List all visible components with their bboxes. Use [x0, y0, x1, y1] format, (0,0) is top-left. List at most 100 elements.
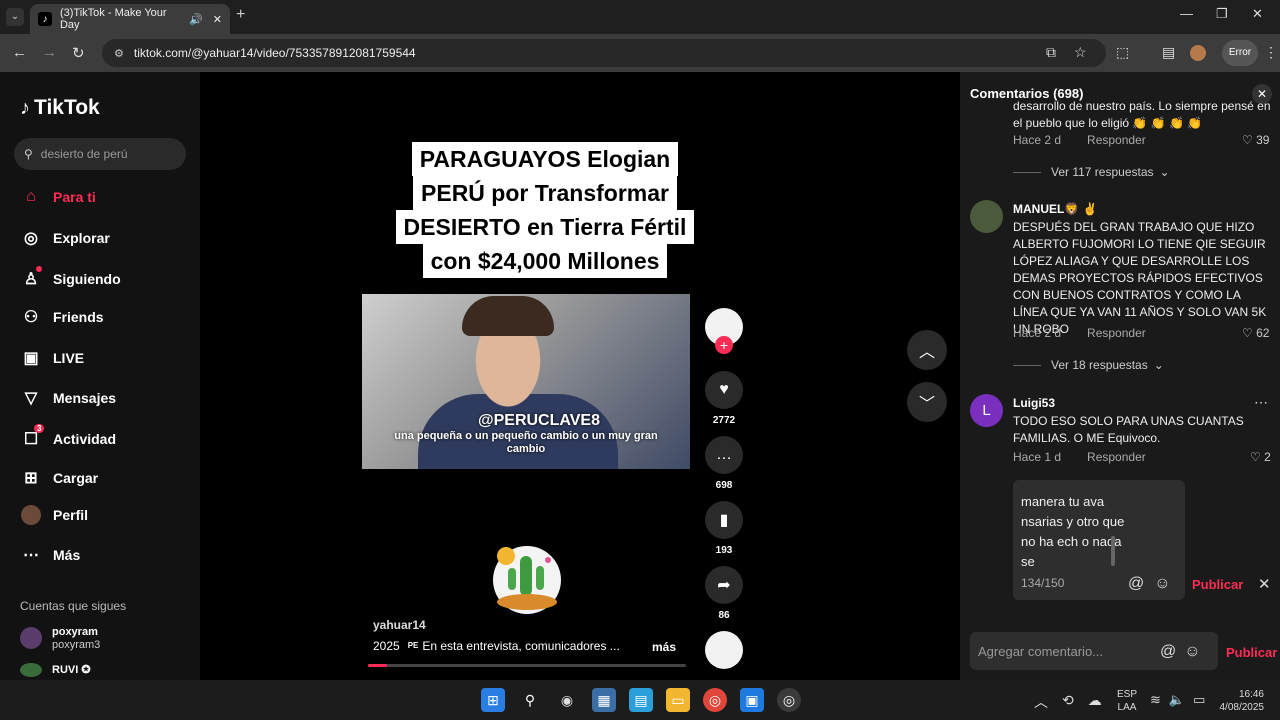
share-count: 86 [718, 610, 730, 621]
profile-error-button[interactable]: Error [1222, 40, 1258, 66]
emoji-icon[interactable]: ☺ [1154, 575, 1170, 593]
following-account[interactable]: poxyram poxyram3 [20, 625, 100, 651]
chrome-active-icon[interactable]: ◎ [777, 688, 801, 712]
tab-title: (3)TikTok - Make Your Day [59, 7, 167, 31]
comment-author[interactable]: Luigi53 [1013, 396, 1055, 410]
tab-search-icon[interactable]: ⌄ [6, 8, 24, 26]
chevron-down-icon: ﹀ [918, 396, 935, 413]
browser-menu-icon[interactable]: ⋮ [1264, 44, 1278, 61]
avatar [20, 504, 42, 526]
nav-explorar[interactable]: ◎ Explorar [20, 227, 110, 249]
profile-avatar[interactable] [1190, 45, 1206, 61]
view-replies-button[interactable]: Ver 18 respuestas ⌄ [1013, 358, 1164, 372]
wifi-icon: ≋ [1150, 692, 1161, 707]
forward-button[interactable]: → [42, 44, 57, 61]
chevron-up-icon: ︿ [918, 344, 935, 361]
follow-plus-icon[interactable]: + [715, 336, 733, 354]
comments-panel: Comentarios (698) ✕ desarrollo de nuestr… [960, 72, 1280, 680]
store-icon[interactable]: ▣ [740, 688, 764, 712]
cloud-icon[interactable]: ☁ [1088, 692, 1102, 712]
view-replies-button[interactable]: Ver 117 respuestas ⌄ [1013, 165, 1170, 179]
install-app-icon[interactable]: ⧉ [1046, 44, 1056, 61]
live-icon: ▣ [23, 350, 39, 367]
save-button[interactable]: ▮ 193 [704, 501, 744, 556]
like-button[interactable]: ♥ 2772 [704, 371, 744, 426]
file-explorer-icon[interactable]: ▭ [666, 688, 690, 712]
reply-button[interactable]: Responder [1087, 326, 1146, 340]
language-indicator[interactable]: ESP LAA [1117, 688, 1137, 714]
bookmark-star-icon[interactable]: ☆ [1074, 44, 1087, 61]
search-input[interactable]: ⚲ desierto de perú [14, 138, 186, 170]
chrome-icon[interactable]: ◎ [703, 688, 727, 712]
notepad-icon[interactable]: ▤ [629, 688, 653, 712]
home-icon: ⌂ [26, 188, 36, 205]
nav-actividad[interactable]: ☐ 3 Actividad [20, 424, 117, 450]
back-button[interactable]: ← [12, 44, 27, 61]
url-input[interactable]: ⚙ tiktok.com/@yahuar14/video/75335789120… [102, 39, 1106, 67]
reply-button[interactable]: Responder [1087, 133, 1146, 147]
minimize-button[interactable]: — [1180, 6, 1193, 21]
chevron-down-icon: ⌄ [1153, 358, 1164, 372]
reading-list-icon[interactable]: ▤ [1162, 44, 1175, 61]
publish-reply-button[interactable]: Publicar [1192, 577, 1243, 592]
nav-label: LIVE [53, 350, 85, 366]
comment-like-count: 39 [1256, 133, 1270, 147]
share-button[interactable]: ➦ 86 [704, 566, 744, 621]
mention-icon[interactable]: @ [1128, 575, 1144, 593]
nav-label: Actividad [53, 431, 117, 447]
reload-button[interactable]: ↻ [72, 44, 85, 62]
nav-cargar[interactable]: ⊞ Cargar [20, 467, 98, 489]
nav-friends[interactable]: ⚇ Friends [20, 306, 104, 328]
comment-button[interactable]: … 698 [704, 436, 744, 491]
nav-mensajes[interactable]: ▽ Mensajes [20, 387, 116, 409]
publish-comment-button[interactable]: Publicar [1226, 645, 1277, 660]
nav-live[interactable]: ▣ LIVE [20, 347, 84, 369]
tab-close-icon[interactable]: ✕ [213, 13, 222, 26]
new-tab-button[interactable]: + [236, 6, 245, 24]
avatar[interactable]: L [970, 394, 1003, 427]
creator-avatar[interactable]: + [704, 308, 744, 354]
browser-tab[interactable]: ♪ (3)TikTok - Make Your Day 🔊 ✕ [30, 4, 230, 34]
windows-start-icon[interactable]: ⊞ [481, 688, 505, 712]
tab-audio-icon[interactable]: 🔊 [189, 13, 203, 26]
nav-mas[interactable]: ⋯ Más [20, 544, 80, 566]
video-progress-bar[interactable] [368, 664, 686, 667]
previous-video-button[interactable]: ︿ [907, 330, 947, 370]
nav-perfil[interactable]: Perfil [20, 504, 88, 526]
more-button[interactable]: más [652, 640, 676, 654]
close-window-button[interactable]: ✕ [1252, 6, 1263, 22]
comment-text: desarrollo de nuestro país. Lo siempre p… [1013, 99, 1271, 130]
nav-para-ti[interactable]: ⌂ Para ti [20, 186, 96, 208]
nav-siguiendo[interactable]: ♙ Siguiendo [20, 266, 121, 290]
sound-avatar[interactable] [704, 631, 744, 669]
chevron-up-icon[interactable]: ︿ [1034, 692, 1048, 712]
extensions-icon[interactable]: ⬚ [1116, 44, 1129, 61]
sync-icon[interactable]: ⟲ [1062, 692, 1074, 712]
nav-label: Explorar [53, 230, 110, 246]
avatar[interactable] [970, 200, 1003, 233]
comment-like-button[interactable]: ♡ 2 [1250, 450, 1271, 464]
calculator-icon[interactable]: ▦ [592, 688, 616, 712]
clock[interactable]: 16:46 4/08/2025 [1208, 688, 1265, 714]
divider [1013, 364, 1041, 366]
following-account[interactable]: RUVI ✪ [20, 663, 91, 677]
search-icon[interactable]: ⚲ [518, 688, 542, 712]
comment-more-icon[interactable]: ⋯ [1254, 394, 1268, 411]
maximize-button[interactable]: ❐ [1216, 6, 1228, 22]
status-icons[interactable]: ≋ 🔈 ▭ [1150, 692, 1205, 708]
add-comment-placeholder: Agregar comentario... [978, 643, 1104, 659]
video-username[interactable]: yahuar14 [373, 618, 426, 632]
site-info-icon[interactable]: ⚙ [114, 47, 124, 60]
mention-icon[interactable]: @ [1160, 643, 1176, 661]
tiktok-logo[interactable]: ♪ TikTok [20, 96, 100, 120]
video-player[interactable]: @PERUCLAVE8 una pequeña o un pequeño cam… [362, 294, 690, 469]
reply-button[interactable]: Responder [1087, 450, 1146, 464]
comment-like-button[interactable]: ♡ 62 [1242, 326, 1269, 340]
cancel-reply-icon[interactable]: ✕ [1258, 575, 1271, 593]
next-video-button[interactable]: ﹀ [907, 382, 947, 422]
emoji-icon[interactable]: ☺ [1184, 643, 1200, 661]
comment-author[interactable]: MANUEL🦁 ✌ [1013, 202, 1098, 216]
copilot-icon[interactable]: ◉ [555, 688, 579, 712]
comment-like-button[interactable]: ♡ 39 [1242, 133, 1269, 147]
textarea-scrollbar[interactable] [1111, 536, 1115, 566]
